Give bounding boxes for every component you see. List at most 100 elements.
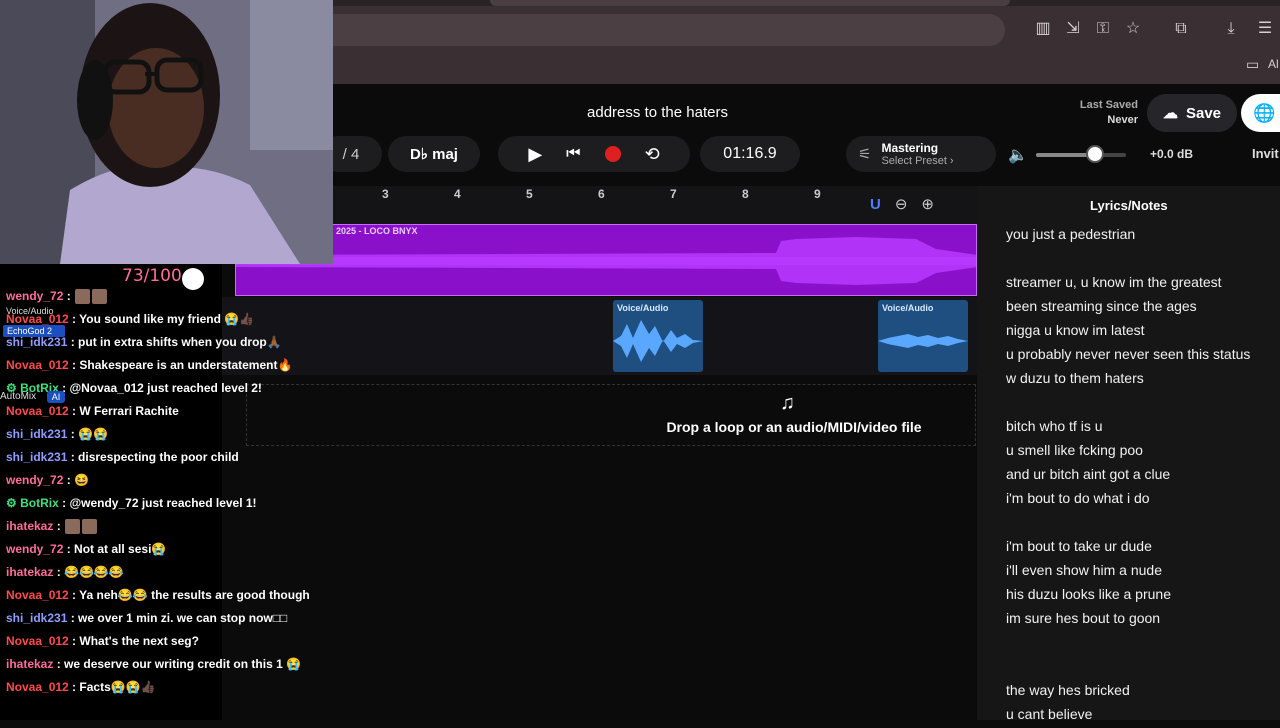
lyric-line: i'm bout to take ur dude xyxy=(1006,538,1152,554)
voice-clip[interactable]: Voice/Audio xyxy=(878,300,968,372)
chat-username[interactable]: ihatekaz xyxy=(6,657,53,671)
globe-icon: 🌐 xyxy=(1253,102,1276,123)
chat-text: @wendy_72 just reached level 1! xyxy=(69,496,257,510)
speaker-icon[interactable]: 🔈 xyxy=(1008,145,1028,165)
chat-separator: : xyxy=(67,611,79,625)
music-note-icon: ♫ xyxy=(780,392,795,414)
lyrics-text[interactable]: you just a pedestrian streamer u, u know… xyxy=(1006,224,1278,728)
chat-username[interactable]: ihatekaz xyxy=(6,565,53,579)
chat-username[interactable]: shi_idk231 xyxy=(6,335,67,349)
chat-username[interactable]: Novaa_012 xyxy=(6,358,69,372)
time-display: 01:16.9 xyxy=(700,136,800,172)
snap-magnet-icon[interactable]: U xyxy=(870,196,881,213)
mastering-button[interactable]: ⚟ Mastering Select Preset › xyxy=(846,136,996,172)
invite-button[interactable]: Invit xyxy=(1252,146,1279,161)
chat-separator: : xyxy=(53,565,65,579)
chat-separator: : xyxy=(68,312,80,326)
chat-message: Novaa_012 : Shakespeare is an understate… xyxy=(6,356,336,379)
volume-knob[interactable] xyxy=(1086,145,1104,163)
chat-username[interactable]: wendy_72 xyxy=(6,542,63,556)
address-bar[interactable] xyxy=(333,14,1005,46)
cloud-upload-icon: ☁ xyxy=(1162,105,1178,122)
chat-message: Novaa_012 : Facts😭😭👍🏿 xyxy=(6,678,336,701)
chat-username[interactable]: Novaa_012 xyxy=(6,634,69,648)
record-button[interactable] xyxy=(604,146,621,162)
voice-clip-label: Voice/Audio xyxy=(882,303,934,313)
lyric-line: u smell like fcking poo xyxy=(1006,442,1143,458)
chat-message: wendy_72 : 😆 xyxy=(6,471,336,494)
chat-username[interactable]: Novaa_012 xyxy=(6,588,69,602)
lyric-line xyxy=(1006,512,1278,536)
chat-username[interactable]: shi_idk231 xyxy=(6,450,67,464)
chat-text: Not at all sesi😭 xyxy=(74,542,167,556)
chat-message: wendy_72 : Not at all sesi😭 xyxy=(6,540,336,563)
time-readout: 01:16.9 xyxy=(723,145,777,162)
chat-username[interactable]: Novaa_012 xyxy=(6,680,69,694)
loop-button[interactable]: ⟲ xyxy=(645,144,660,165)
streamer-webcam-image xyxy=(0,0,333,264)
save-button[interactable]: ☁ Save xyxy=(1147,94,1237,132)
lyric-line xyxy=(1006,632,1278,656)
star-icon[interactable]: ☆ xyxy=(1122,18,1144,40)
chat-text: What's the next seg? xyxy=(79,634,199,648)
chat-message: ihatekaz : 😂😂😂😂 xyxy=(6,563,336,586)
chat-username[interactable]: shi_idk231 xyxy=(6,427,67,441)
chat-message: Novaa_012 : What's the next seg? xyxy=(6,632,336,655)
time-signature: / 4 xyxy=(342,145,360,163)
chat-emote-icon xyxy=(75,289,91,305)
webcam-overlay xyxy=(0,0,333,264)
browser-tab[interactable] xyxy=(490,0,1010,6)
chat-username[interactable]: wendy_72 xyxy=(6,289,63,303)
lyric-line: u probably never never seen this status xyxy=(1006,346,1251,362)
play-button[interactable]: ▶ xyxy=(528,144,542,165)
chat-emote-icon xyxy=(65,519,81,535)
chat-username[interactable]: Novaa_012 xyxy=(6,404,69,418)
chat-username[interactable]: ihatekaz xyxy=(6,519,53,533)
skip-back-button[interactable]: ⏮ xyxy=(566,145,580,163)
transport-controls: ▶ ⏮ ⟲ xyxy=(498,136,690,172)
chat-message: shi_idk231 : we over 1 min zi. we can st… xyxy=(6,609,336,632)
bookmark-label[interactable]: Al xyxy=(1268,57,1279,71)
save-button-label: Save xyxy=(1185,104,1222,122)
chat-message: ihatekaz : we deserve our writing credit… xyxy=(6,655,336,678)
lyric-line: and ur bitch aint got a clue xyxy=(1006,466,1171,482)
globe-button[interactable]: 🌐 xyxy=(1241,94,1280,132)
voice-waveform xyxy=(613,320,703,362)
volume-db: +0.0 dB xyxy=(1150,147,1194,161)
chat-separator: : xyxy=(67,335,79,349)
zoom-out-icon[interactable]: ⊖ xyxy=(895,195,908,213)
chat-username[interactable]: shi_idk231 xyxy=(6,611,67,625)
bar-number: 3 xyxy=(382,187,389,201)
chat-message: Novaa_012 : W Ferrari Rachite xyxy=(6,402,336,425)
drop-zone[interactable] xyxy=(246,384,976,446)
chat-message: wendy_72 : xyxy=(6,287,336,310)
voice-clip[interactable]: Voice/Audio xyxy=(613,300,703,372)
folder-icon[interactable]: ▭ xyxy=(1246,56,1259,73)
zoom-in-icon[interactable]: ⊕ xyxy=(921,195,934,213)
chat-separator: : xyxy=(67,427,79,441)
chat-text: 😆 xyxy=(74,473,89,487)
extensions-icon[interactable]: ⧉ xyxy=(1170,18,1192,40)
last-saved-label: Last Saved xyxy=(1079,99,1138,111)
chat-text: we over 1 min zi. we can stop now□□ xyxy=(78,611,288,625)
chat-username[interactable]: wendy_72 xyxy=(6,473,63,487)
bar-number: 5 xyxy=(526,187,533,201)
reader-icon[interactable]: ▥ xyxy=(1032,18,1054,40)
project-title[interactable]: address to the haters xyxy=(560,104,755,121)
chat-messages: wendy_72 : Novaa_012 : You sound like my… xyxy=(6,287,336,701)
menu-icon[interactable]: ☰ xyxy=(1254,18,1276,40)
download-icon[interactable]: ⤓ xyxy=(1220,18,1242,40)
ruler-tools: U ⊖ ⊕ xyxy=(870,188,976,220)
chat-username[interactable]: BotRix xyxy=(20,496,59,510)
main-clip-label: 2025 - LOCO BNYX xyxy=(336,226,418,236)
ai-tag: AI xyxy=(47,391,65,403)
key-signature: D♭ maj xyxy=(410,146,458,163)
lyrics-header: Lyrics/Notes xyxy=(1090,198,1168,213)
chat-text: Facts😭😭👍🏿 xyxy=(79,680,156,694)
install-icon[interactable]: ⇲ xyxy=(1062,18,1084,40)
voice-waveform xyxy=(878,334,968,348)
key-icon[interactable]: ⚿ xyxy=(1092,18,1114,40)
lyric-line: w duzu to them haters xyxy=(1006,370,1144,386)
key-pill[interactable]: D♭ maj xyxy=(388,136,480,172)
mastering-preset: Select Preset › xyxy=(881,155,954,167)
